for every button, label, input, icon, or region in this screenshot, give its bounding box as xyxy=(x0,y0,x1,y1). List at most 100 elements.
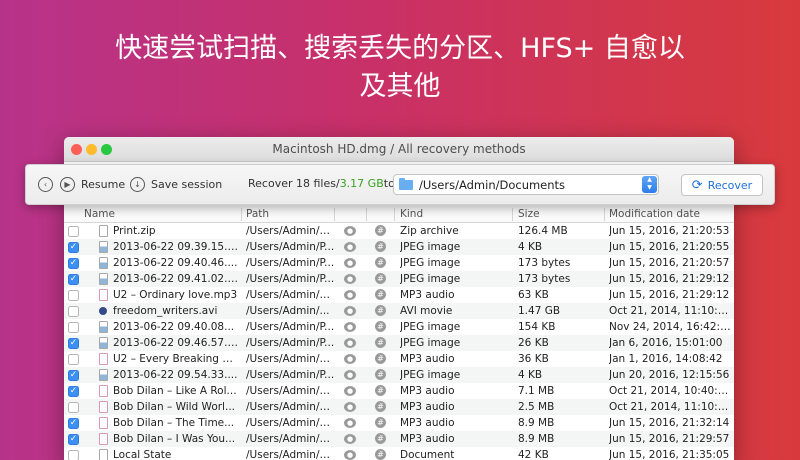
save-session-button[interactable]: ↓ Save session xyxy=(130,177,222,192)
row-checkbox[interactable]: ✓ xyxy=(68,385,79,397)
file-name: U2 – Ordinary love.mp3 xyxy=(113,288,238,301)
hash-info-icon[interactable]: # xyxy=(375,401,386,412)
file-kind: MP3 audio xyxy=(400,288,455,301)
file-name: 2013-06-22 09.40.46.... xyxy=(113,256,238,269)
hash-info-icon[interactable]: # xyxy=(375,385,386,396)
preview-eye-icon[interactable]: ● xyxy=(344,322,356,332)
table-row[interactable]: ✓ Bob Dilan – The Time... /Users/Admin/M..… xyxy=(64,415,734,431)
table-row[interactable]: Local State/Users/Admin/D... ● # Document 42… xyxy=(64,447,734,460)
row-checkbox[interactable] xyxy=(68,353,79,365)
jpeg-file-icon xyxy=(99,273,108,285)
file-modification-date: Jun 15, 2016, 21:20:57 xyxy=(609,256,730,269)
hash-info-icon[interactable]: # xyxy=(375,417,386,428)
column-header-modification-date[interactable]: Modification date xyxy=(609,208,700,220)
table-row[interactable]: ✓ 2013-06-22 09.39.15.j... /Users/Admin/P.… xyxy=(64,239,734,255)
hash-info-icon[interactable]: # xyxy=(375,241,386,252)
hash-info-icon[interactable]: # xyxy=(375,337,386,348)
column-header-path[interactable]: Path xyxy=(246,208,269,220)
preview-eye-icon[interactable]: ● xyxy=(344,290,356,300)
row-checkbox[interactable]: ✓ xyxy=(68,417,79,429)
file-kind: JPEG image xyxy=(400,272,461,285)
file-name: freedom_writers.avi xyxy=(113,304,218,317)
resume-button[interactable]: ▶ Resume xyxy=(60,177,125,192)
file-modification-date: Jun 20, 2016, 12:15:56 xyxy=(609,368,730,381)
row-checkbox[interactable] xyxy=(68,449,79,460)
recovery-toolbar: ‹ ▶ Resume ↓ Save session Recover 18 fil… xyxy=(25,164,775,205)
file-modification-date: Jun 15, 2016, 21:35:05 xyxy=(609,448,730,460)
table-row[interactable]: ✓ 2013-06-22 09.41.02.j... /Users/Admin/P.… xyxy=(64,271,734,287)
preview-eye-icon[interactable]: ● xyxy=(344,354,356,364)
row-checkbox[interactable] xyxy=(68,289,79,301)
file-modification-date: Jun 15, 2016, 21:20:55 xyxy=(609,240,730,253)
preview-eye-icon[interactable]: ● xyxy=(344,402,356,412)
table-row[interactable]: Print.zip/Users/Admin/D... ● # Zip archive 1… xyxy=(64,223,734,239)
file-name: 2013-06-22 09.41.02.j... xyxy=(113,272,238,285)
file-path: /Users/Admin/M... xyxy=(246,416,336,429)
file-size: 173 bytes xyxy=(518,256,571,269)
file-path: /Users/Admin/P... xyxy=(246,368,335,381)
hash-info-icon[interactable]: # xyxy=(375,289,386,300)
hash-info-icon[interactable]: # xyxy=(375,369,386,380)
file-modification-date: Nov 24, 2014, 16:42:24 xyxy=(609,320,731,333)
mp3-file-icon xyxy=(99,401,108,413)
column-header-kind[interactable]: Kind xyxy=(400,208,423,220)
file-kind: MP3 audio xyxy=(400,400,455,413)
row-checkbox[interactable] xyxy=(68,225,79,237)
preview-eye-icon[interactable]: ● xyxy=(344,258,356,268)
row-checkbox[interactable]: ✓ xyxy=(68,273,79,285)
row-checkbox[interactable]: ✓ xyxy=(68,257,79,269)
preview-eye-icon[interactable]: ● xyxy=(344,306,356,316)
table-row[interactable]: ✓ 2013-06-22 09.40.46.... /Users/Admin/P..… xyxy=(64,255,734,271)
table-row[interactable]: ✓ Bob Dilan – Like A Rol... /Users/Admin/M… xyxy=(64,383,734,399)
preview-eye-icon[interactable]: ● xyxy=(344,434,356,444)
file-path: /Users/Admin/D... xyxy=(246,288,336,301)
preview-eye-icon[interactable]: ● xyxy=(344,418,356,428)
file-kind: MP3 audio xyxy=(400,432,455,445)
hash-info-icon[interactable]: # xyxy=(375,449,386,460)
row-checkbox[interactable]: ✓ xyxy=(68,337,79,349)
hash-info-icon[interactable]: # xyxy=(375,273,386,284)
table-row[interactable]: ✓ 2013-06-22 09.54.33.... /Users/Admin/P..… xyxy=(64,367,734,383)
jpeg-file-icon xyxy=(99,369,108,381)
file-path: /Users/Admin/P... xyxy=(246,272,335,285)
preview-eye-icon[interactable]: ● xyxy=(344,242,356,252)
title-bar: Macintosh HD.dmg / All recovery methods xyxy=(64,137,734,162)
file-name: Print.zip xyxy=(113,224,156,237)
row-checkbox[interactable]: ✓ xyxy=(68,369,79,381)
destination-path-popup[interactable]: /Users/Admin/Documents ▲ ▼ xyxy=(393,174,659,195)
preview-eye-icon[interactable]: ● xyxy=(344,386,356,396)
table-row[interactable]: ✓ Bob Dilan – I Was You... /Users/Admin/M.… xyxy=(64,431,734,447)
hash-info-icon[interactable]: # xyxy=(375,353,386,364)
table-row[interactable]: U2 – Ordinary love.mp3/Users/Admin/D... ●… xyxy=(64,287,734,303)
preview-eye-icon[interactable]: ● xyxy=(344,274,356,284)
headline-line-1: 快速尝试扫描、搜索丢失的分区、HFS+ 自愈以 xyxy=(115,33,685,64)
recover-button[interactable]: ⟳ Recover xyxy=(681,174,763,196)
row-checkbox[interactable] xyxy=(68,401,79,413)
preview-eye-icon[interactable]: ● xyxy=(344,370,356,380)
column-header-size[interactable]: Size xyxy=(518,208,540,220)
hash-info-icon[interactable]: # xyxy=(375,257,386,268)
hash-info-icon[interactable]: # xyxy=(375,321,386,332)
row-checkbox[interactable]: ✓ xyxy=(68,241,79,253)
preview-eye-icon[interactable]: ● xyxy=(344,338,356,348)
back-button[interactable]: ‹ xyxy=(38,177,59,192)
hash-info-icon[interactable]: # xyxy=(375,433,386,444)
row-checkbox[interactable] xyxy=(68,305,79,317)
file-size: 1.47 GB xyxy=(518,304,561,317)
file-size: 42 KB xyxy=(518,448,549,460)
popup-chevron-icon[interactable]: ▲ ▼ xyxy=(642,176,657,193)
table-row[interactable]: freedom_writers.avi/Users/Admin/... ● # AVI… xyxy=(64,303,734,319)
preview-eye-icon[interactable]: ● xyxy=(344,450,356,460)
table-row[interactable]: ✓ 2013-06-22 09.46.57.j... /Users/Admin/P.… xyxy=(64,335,734,351)
file-kind: MP3 audio xyxy=(400,384,455,397)
file-path: /Users/Admin/P... xyxy=(246,336,335,349)
table-row[interactable]: Bob Dilan – Wild Worl... /Users/Admin/M..… xyxy=(64,399,734,415)
table-row[interactable]: U2 – Every Breaking W... /Users/Admin/D..… xyxy=(64,351,734,367)
hash-info-icon[interactable]: # xyxy=(375,225,386,236)
column-header-name[interactable]: Name xyxy=(84,208,115,220)
row-checkbox[interactable]: ✓ xyxy=(68,433,79,445)
table-row[interactable]: 2013-06-22 09.40.08... /Users/Admin/P... ●… xyxy=(64,319,734,335)
preview-eye-icon[interactable]: ● xyxy=(344,226,356,236)
row-checkbox[interactable] xyxy=(68,321,79,333)
hash-info-icon[interactable]: # xyxy=(375,305,386,316)
